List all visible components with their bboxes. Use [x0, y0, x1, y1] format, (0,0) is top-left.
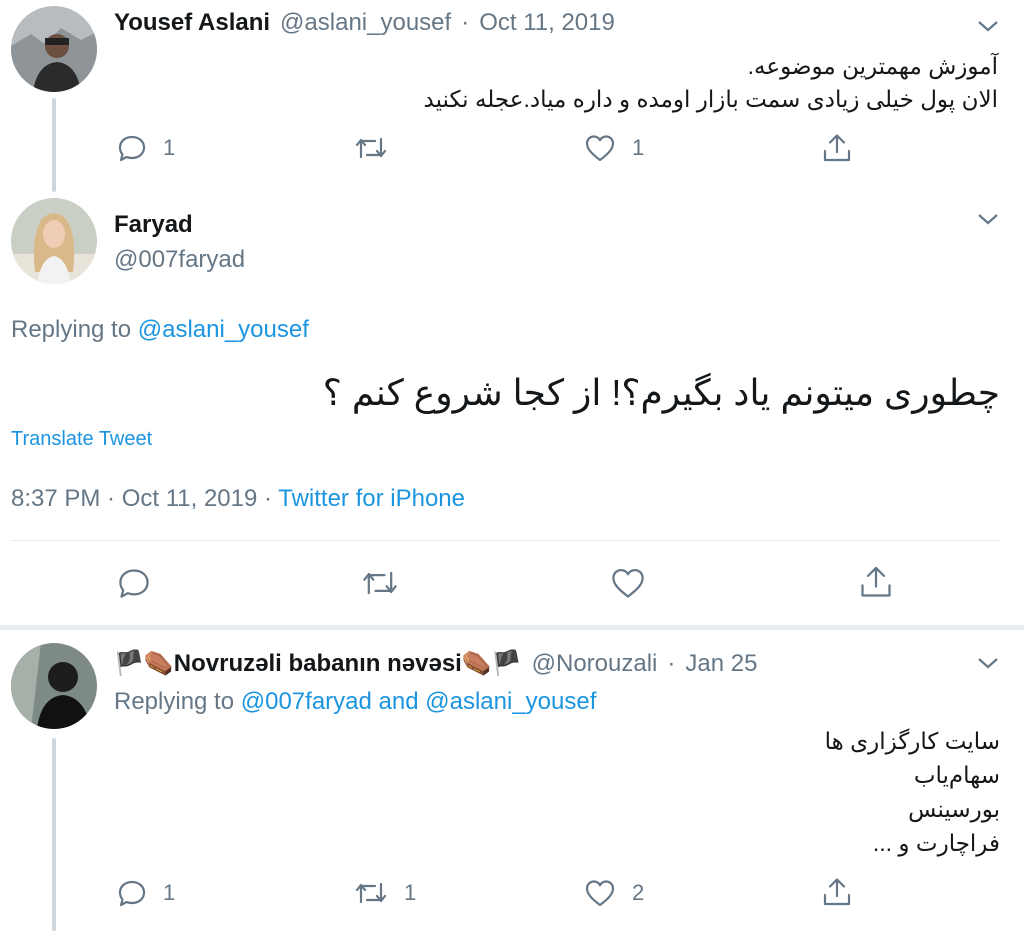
share-icon — [823, 878, 851, 906]
reply-button[interactable]: 1 — [117, 133, 175, 163]
retweet-icon — [355, 882, 387, 904]
separator: · — [461, 9, 470, 36]
retweet-button[interactable]: 1 — [354, 878, 416, 908]
retweet-icon — [355, 137, 387, 159]
replying-to-label: Replying to — [11, 316, 132, 343]
author-handle[interactable]: @aslani_yousef — [280, 9, 451, 37]
replying-to-label: Replying to — [114, 688, 235, 715]
author-handle[interactable]: @007faryad — [114, 246, 245, 274]
tweet-date[interactable]: Oct 11, 2019 — [479, 9, 615, 37]
avatar-photo-icon — [11, 6, 97, 92]
retweet-button[interactable] — [361, 566, 399, 600]
separator: · — [667, 650, 676, 677]
like-count: 2 — [632, 880, 645, 905]
thread-line — [52, 98, 56, 192]
avatar-faryad[interactable] — [11, 198, 97, 284]
tweet-text: چطوری میتونم یاد بگیرم؟! از کجا شروع کنم… — [322, 372, 1000, 413]
section-separator — [0, 625, 1024, 630]
chevron-down-icon[interactable] — [976, 211, 1000, 227]
translate-tweet-link[interactable]: Translate Tweet — [11, 428, 152, 451]
retweet-button[interactable] — [354, 133, 388, 163]
author-name[interactable]: 🏴⚰️Novruzəli babanın nəvəsi⚰️🏴 — [114, 649, 522, 678]
replying-to-link[interactable]: @007faryad and @aslani_yousef — [241, 688, 597, 715]
retweet-icon — [363, 571, 397, 595]
tweet-date[interactable]: Jan 25 — [685, 650, 757, 678]
tweet-text-line: بورسینس — [908, 796, 1000, 822]
thread-line — [52, 738, 56, 931]
author-name[interactable]: Yousef Aslani — [114, 9, 270, 37]
share-button[interactable] — [821, 876, 853, 908]
heart-icon — [612, 568, 644, 598]
like-button[interactable]: 2 — [584, 878, 644, 908]
retweet-count: 1 — [404, 880, 417, 905]
tweet-source-link[interactable]: Twitter for iPhone — [278, 485, 465, 512]
reply-count: 1 — [163, 880, 176, 905]
author-name[interactable]: Faryad — [114, 211, 193, 239]
like-count: 1 — [632, 135, 645, 160]
divider — [11, 540, 1001, 541]
tweet-text-line: الان پول خیلی زیادی سمت بازار اومده و دا… — [423, 86, 998, 112]
share-icon — [861, 566, 891, 597]
reply-icon — [119, 569, 149, 598]
tweet-text-line: سهام‌یاب — [913, 762, 1000, 788]
share-icon — [823, 134, 851, 162]
heart-icon — [585, 135, 615, 162]
avatar-yousef[interactable] — [11, 6, 97, 92]
tweet-text-line: فراچارت و ... — [872, 830, 1000, 856]
avatar-photo-icon — [11, 643, 97, 729]
author-handle[interactable]: @Norouzali — [532, 650, 658, 678]
tweet-text-line: آموزش مهمترین موضوعه. — [747, 53, 998, 79]
replying-to-link[interactable]: @aslani_yousef — [138, 316, 309, 343]
avatar-photo-icon — [11, 198, 97, 284]
like-button[interactable] — [610, 566, 646, 600]
tweet-timestamp[interactable]: 8:37 PM · Oct 11, 2019 · — [11, 485, 272, 512]
chevron-down-icon[interactable] — [976, 18, 1000, 34]
reply-button[interactable]: 1 — [117, 878, 175, 908]
chevron-down-icon[interactable] — [976, 655, 1000, 671]
share-button[interactable] — [858, 564, 894, 600]
reply-button[interactable] — [117, 566, 151, 600]
share-button[interactable] — [821, 132, 853, 164]
like-button[interactable]: 1 — [584, 133, 644, 163]
heart-icon — [585, 880, 615, 907]
reply-icon — [118, 135, 146, 162]
reply-icon — [118, 880, 146, 907]
reply-count: 1 — [163, 135, 176, 160]
avatar-norouzali[interactable] — [11, 643, 97, 729]
tweet-text-line: سایت کارگزاری ها — [824, 728, 1000, 754]
